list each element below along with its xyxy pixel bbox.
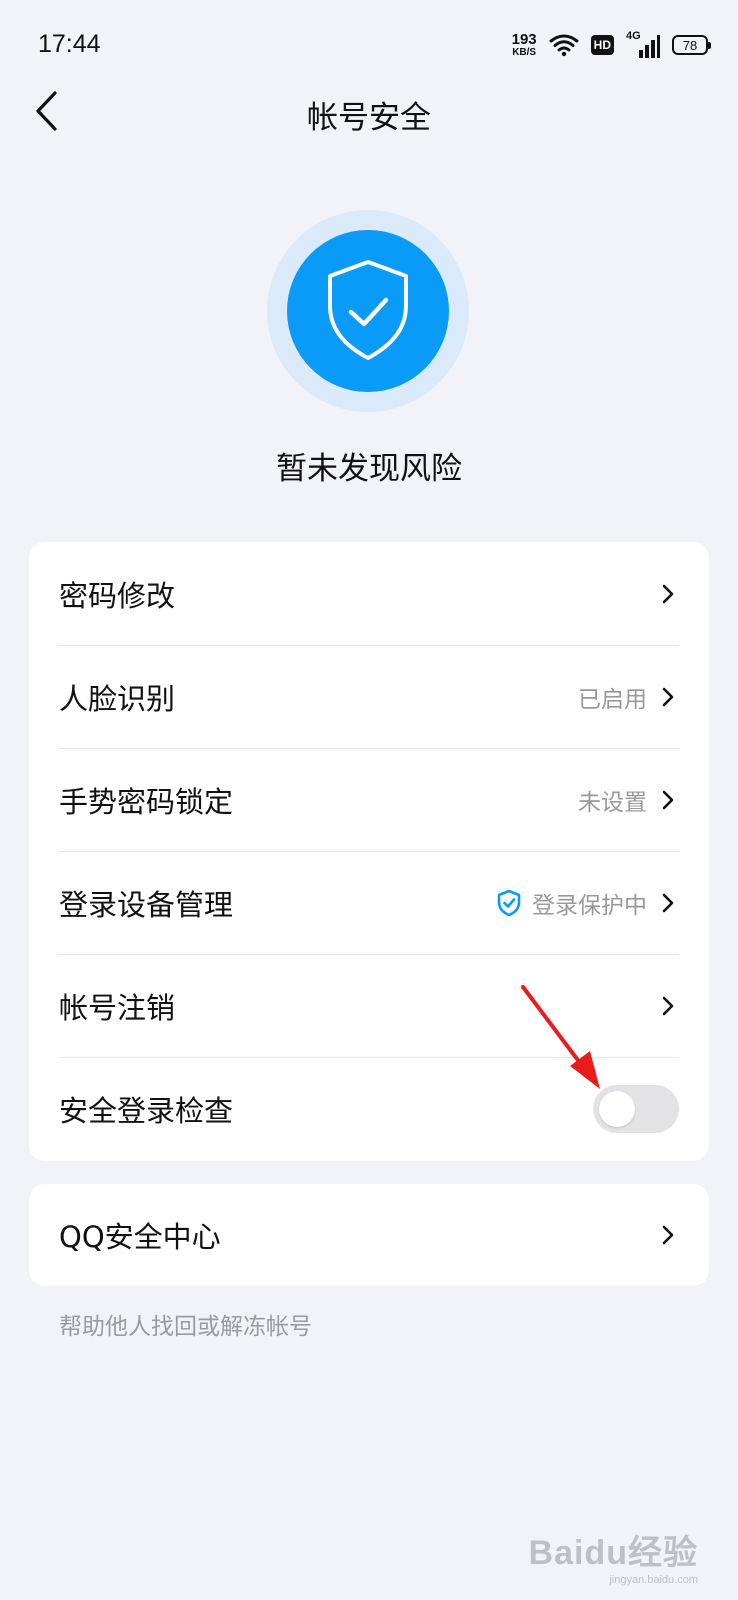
setting-row-face-recognition[interactable]: 人脸识别 已启用 bbox=[29, 645, 709, 748]
setting-row-login-devices[interactable]: 登录设备管理 登录保护中 bbox=[29, 851, 709, 954]
status-time: 17:44 bbox=[38, 30, 101, 58]
security-status-circle bbox=[287, 230, 449, 392]
network-speed: 193 KB/S bbox=[512, 32, 537, 58]
wifi-icon bbox=[549, 34, 579, 57]
setting-row-gesture-lock[interactable]: 手势密码锁定 未设置 bbox=[29, 748, 709, 851]
security-status-badge bbox=[267, 210, 469, 412]
setting-status: 未设置 bbox=[578, 789, 647, 816]
chevron-right-icon bbox=[657, 686, 679, 708]
shield-check-icon bbox=[496, 889, 522, 917]
page-title: 帐号安全 bbox=[307, 100, 431, 136]
battery-icon: 78 bbox=[672, 35, 711, 55]
chevron-right-icon bbox=[657, 995, 679, 1017]
network-speed-unit: KB/S bbox=[512, 47, 537, 58]
status-bar: 17:44 193 KB/S HD 4G 78 bbox=[0, 0, 738, 90]
setting-row-account-deletion[interactable]: 帐号注销 bbox=[29, 954, 709, 1057]
signal-icon: 4G bbox=[626, 30, 660, 58]
network-type: 4G bbox=[626, 30, 641, 42]
setting-label: 登录设备管理 bbox=[59, 887, 234, 922]
setting-label: 手势密码锁定 bbox=[59, 784, 234, 819]
shield-check-icon bbox=[328, 260, 408, 360]
setting-label: 人脸识别 bbox=[59, 681, 176, 716]
nav-header: 帐号安全 bbox=[0, 78, 738, 148]
setting-status: 登录保护中 bbox=[532, 892, 647, 919]
setting-row-password-change[interactable]: 密码修改 bbox=[29, 542, 709, 645]
secure-login-toggle[interactable] bbox=[593, 1084, 679, 1133]
qq-security-center-helper: 帮助他人找回或解冻帐号 bbox=[59, 1314, 312, 1340]
setting-status: 已启用 bbox=[578, 686, 647, 713]
setting-row-secure-login-check: 安全登录检查 bbox=[29, 1057, 709, 1160]
chevron-right-icon bbox=[657, 583, 679, 605]
security-status-text: 暂未发现风险 bbox=[276, 451, 462, 487]
chevron-right-icon bbox=[657, 892, 679, 914]
toggle-knob bbox=[599, 1090, 635, 1127]
watermark-url: jingyan.baidu.com bbox=[609, 1574, 698, 1586]
watermark-brand: Baidu经验 bbox=[528, 1534, 698, 1572]
status-icons: 193 KB/S HD 4G 78 bbox=[512, 28, 711, 62]
qq-security-center-card: QQ安全中心 bbox=[29, 1184, 709, 1286]
baidu-watermark: Baidu经验 jingyan.baidu.com bbox=[529, 1525, 698, 1586]
qq-security-center-label: QQ安全中心 bbox=[59, 1220, 221, 1254]
security-settings-card: 密码修改 人脸识别 已启用 手势密码锁定 未设置 登录设备管理 登录保护中 帐号… bbox=[29, 542, 709, 1161]
chevron-right-icon bbox=[657, 1224, 679, 1246]
battery-level: 78 bbox=[682, 37, 698, 53]
chevron-right-icon bbox=[657, 789, 679, 811]
setting-label: 安全登录检查 bbox=[59, 1093, 234, 1128]
network-speed-value: 193 bbox=[511, 31, 537, 48]
setting-label: 密码修改 bbox=[59, 578, 176, 613]
hd-badge: HD bbox=[590, 35, 614, 55]
qq-security-center-row[interactable]: QQ安全中心 bbox=[29, 1184, 709, 1286]
setting-label: 帐号注销 bbox=[59, 990, 176, 1025]
